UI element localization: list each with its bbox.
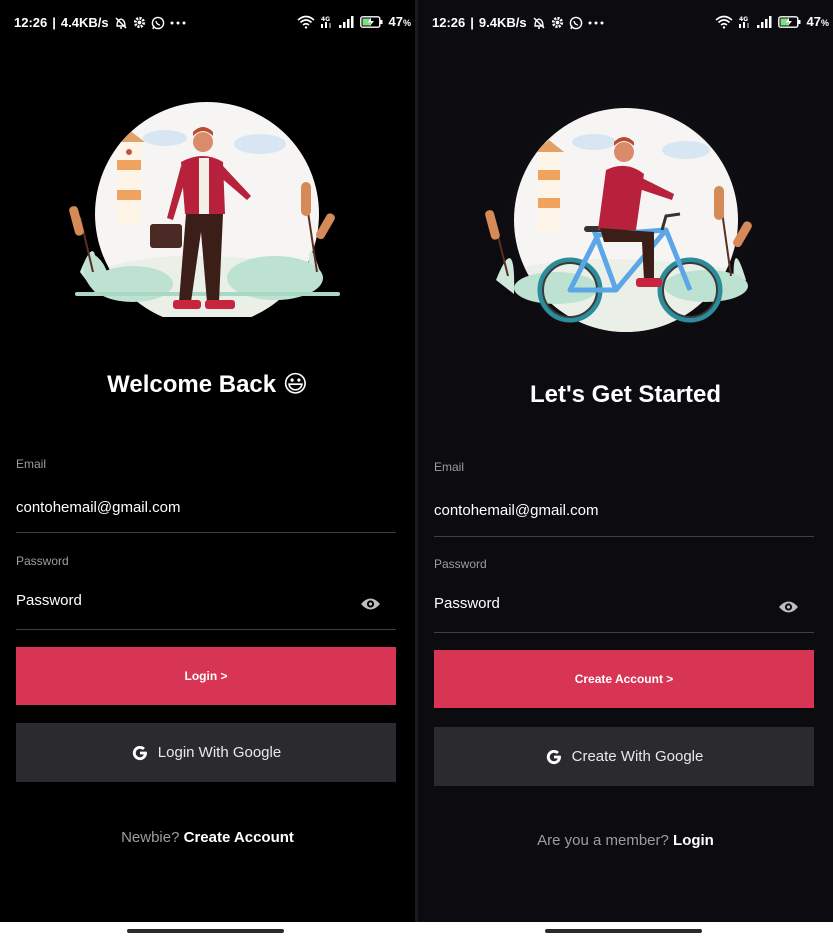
login-prompt-text: Are you a member? (537, 832, 669, 849)
page-title: Welcome Back 😃 (107, 371, 308, 398)
do-not-disturb-icon (532, 16, 546, 30)
status-bar: 12:26 | 4.4KB/s 4G 47% (14, 14, 411, 30)
status-bar: 12:26 | 9.4KB/s 4G 47% (432, 14, 829, 30)
login-with-google-label: Login With Google (157, 744, 282, 761)
login-button[interactable]: Login > (16, 647, 396, 705)
signup-prompt: Newbie? Create Account (0, 829, 415, 846)
wifi-icon (714, 15, 733, 29)
create-account-link[interactable]: Create Account (184, 829, 294, 846)
4g-icon: 4G (738, 15, 752, 29)
email-label: Email (16, 457, 47, 471)
battery-percent: 47% (388, 14, 411, 29)
do-not-disturb-icon (114, 16, 128, 30)
login-button-label: Login > (184, 669, 228, 683)
create-with-google-button[interactable]: Create With Google (434, 727, 814, 786)
status-time: 12:26 (14, 15, 48, 30)
more-dots-icon (170, 20, 186, 26)
battery-charging-icon (777, 15, 802, 28)
svg-text:4G: 4G (321, 16, 330, 23)
eye-icon[interactable] (778, 600, 799, 619)
svg-text:4G: 4G (739, 16, 748, 23)
eye-icon[interactable] (360, 597, 381, 616)
home-indicator[interactable] (127, 929, 284, 933)
page-title: Let's Get Started (529, 381, 722, 408)
create-with-google-label: Create With Google (571, 748, 704, 765)
battery-charging-icon (359, 15, 384, 28)
status-network-speed: 9.4KB/s (478, 15, 527, 30)
man-on-bicycle-illustration (476, 70, 776, 370)
password-underline (434, 632, 814, 633)
create-account-button-label: Create Account > (574, 672, 674, 686)
password-underline (16, 629, 396, 630)
password-field[interactable]: Password (16, 592, 82, 609)
google-g-icon (545, 748, 563, 766)
wifi-icon (296, 15, 315, 29)
home-indicator[interactable] (545, 929, 702, 933)
battery-percent: 47% (806, 14, 829, 29)
password-label: Password (16, 554, 69, 568)
login-link[interactable]: Login (673, 832, 714, 849)
status-time: 12:26 (432, 15, 466, 30)
4g-icon: 4G (320, 15, 334, 29)
email-underline (434, 536, 814, 537)
more-dots-icon (588, 20, 604, 26)
status-network-speed: 4.4KB/s (60, 15, 109, 30)
man-with-briefcase-illustration (55, 102, 360, 326)
email-label: Email (434, 460, 465, 474)
signal-icon (756, 15, 773, 28)
login-screen: 12:26 | 4.4KB/s 4G 47% Welcome Back 😃 Em… (0, 0, 415, 922)
signup-screen: 12:26 | 9.4KB/s 4G 47% Let's Get Started… (418, 0, 833, 922)
password-label: Password (434, 557, 487, 571)
email-field[interactable]: contohemail@gmail.com (434, 502, 598, 519)
whatsapp-icon (151, 16, 165, 30)
gear-icon (133, 16, 146, 29)
google-g-icon (131, 744, 149, 762)
email-underline (16, 532, 396, 533)
signal-icon (338, 15, 355, 28)
password-field[interactable]: Password (434, 595, 500, 612)
gear-icon (551, 16, 564, 29)
login-prompt: Are you a member? Login (418, 832, 833, 849)
create-account-button[interactable]: Create Account > (434, 650, 814, 708)
whatsapp-icon (569, 16, 583, 30)
signup-prompt-text: Newbie? (121, 829, 180, 846)
login-with-google-button[interactable]: Login With Google (16, 723, 396, 782)
email-field[interactable]: contohemail@gmail.com (16, 499, 180, 516)
grinning-face-emoji-icon: 😃 (282, 371, 308, 398)
